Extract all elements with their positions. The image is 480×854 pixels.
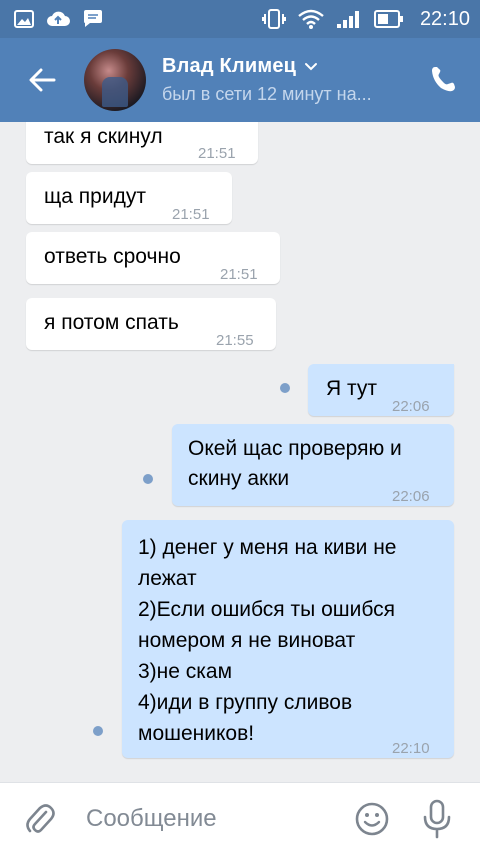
battery-icon — [373, 10, 404, 28]
message-time: 21:51 — [198, 145, 236, 162]
message-incoming[interactable]: я потом спать 21:55 — [26, 298, 276, 350]
message-incoming[interactable]: так я скинул 21:51 — [26, 122, 258, 164]
message-text: я потом спать — [44, 311, 179, 334]
message-time: 21:51 — [172, 206, 210, 223]
cloud-upload-icon — [46, 10, 70, 28]
status-time: 22:10 — [419, 7, 470, 30]
message-time: 22:10 — [392, 740, 430, 757]
unread-indicator — [143, 474, 153, 484]
paperclip-icon — [26, 803, 55, 833]
contact-status: был в сети 12 минут на... — [162, 84, 372, 104]
message-text: ща придут — [44, 185, 146, 208]
message-incoming[interactable]: ща придут 21:51 — [26, 172, 232, 224]
contact-name: Влад Климец — [162, 55, 297, 77]
vibrate-icon — [261, 9, 286, 29]
message-time: 21:51 — [220, 266, 258, 283]
phone-icon — [432, 67, 455, 92]
message-list[interactable]: так я скинул 21:51 ща придут 21:51 ответ… — [0, 122, 480, 782]
microphone-icon — [423, 799, 451, 839]
message-time: 22:06 — [392, 398, 430, 415]
message-text: Я тут — [326, 377, 377, 400]
call-button[interactable] — [428, 64, 460, 96]
message-text: Окей щас проверяю и скину акки — [188, 437, 402, 490]
unread-indicator — [93, 726, 103, 736]
arrow-left-icon — [29, 68, 56, 92]
message-time: 22:06 — [392, 488, 430, 505]
message-input[interactable] — [80, 793, 340, 844]
emoji-button[interactable] — [354, 801, 390, 837]
message-text: так я скинул — [44, 125, 163, 148]
message-outgoing[interactable]: 1) денег у меня на киви не лежат 2)Если … — [122, 520, 454, 758]
back-button[interactable] — [0, 38, 84, 122]
unread-indicator — [280, 383, 290, 393]
message-time: 21:55 — [216, 332, 254, 349]
contact-info[interactable]: Влад Климец был в сети 12 минут на... — [162, 55, 372, 105]
voice-message-button[interactable] — [422, 799, 452, 839]
status-bar: 22:10 — [0, 0, 480, 38]
attach-button[interactable] — [0, 783, 80, 854]
message-outgoing[interactable]: Я тут 22:06 — [308, 364, 454, 416]
chevron-down-icon — [305, 62, 318, 70]
message-outgoing[interactable]: Окей щас проверяю и скину акки 22:06 — [172, 424, 454, 506]
chat-header: Влад Климец был в сети 12 минут на... — [0, 38, 480, 122]
smile-icon — [355, 802, 389, 836]
message-composer — [0, 782, 480, 854]
signal-icon — [336, 9, 362, 29]
message-incoming[interactable]: ответь срочно 21:51 — [26, 232, 280, 284]
avatar[interactable] — [84, 49, 146, 111]
chat-bubble-icon — [82, 9, 104, 29]
wifi-icon — [298, 9, 324, 29]
message-text: 1) денег у меня на киви не лежат 2)Если … — [138, 536, 397, 745]
message-text: ответь срочно — [44, 245, 181, 268]
gallery-icon — [14, 10, 34, 28]
